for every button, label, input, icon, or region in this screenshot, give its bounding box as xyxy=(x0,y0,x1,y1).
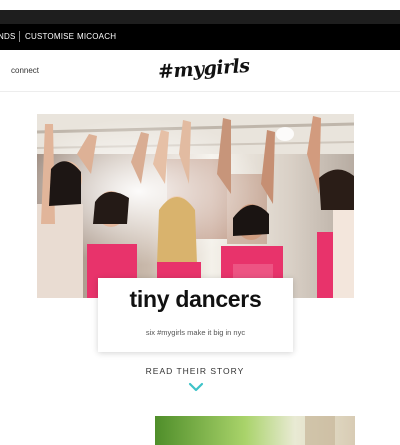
chevron-down-icon[interactable] xyxy=(188,382,204,392)
sub-header: connect #mygirls xyxy=(0,50,400,92)
story-title: tiny dancers xyxy=(129,286,262,312)
story-subtitle: six #mygirls make it big in nyc xyxy=(145,328,246,337)
browser-top-strip xyxy=(0,0,400,10)
read-story-link[interactable]: READ THEIR STORY xyxy=(120,366,270,376)
teaser-photo xyxy=(155,416,355,445)
nav-separator xyxy=(19,31,20,42)
dancers-photo xyxy=(37,114,354,298)
next-story-teaser-image[interactable] xyxy=(155,416,355,445)
mygirls-logo[interactable]: #mygirls xyxy=(157,55,250,83)
connect-link[interactable]: connect xyxy=(11,66,39,75)
hero-image[interactable] xyxy=(37,114,354,298)
nav-item-micoach[interactable]: MICOACH xyxy=(77,32,116,41)
nav-item-customise[interactable]: CUSTOMISE xyxy=(25,32,74,41)
main-navigation: NDS CUSTOMISE MICOACH xyxy=(0,24,400,50)
top-utility-bar xyxy=(0,10,400,24)
story-card[interactable]: tiny dancers six #mygirls make it big in… xyxy=(98,278,293,352)
nav-item-brands[interactable]: NDS xyxy=(0,32,16,41)
